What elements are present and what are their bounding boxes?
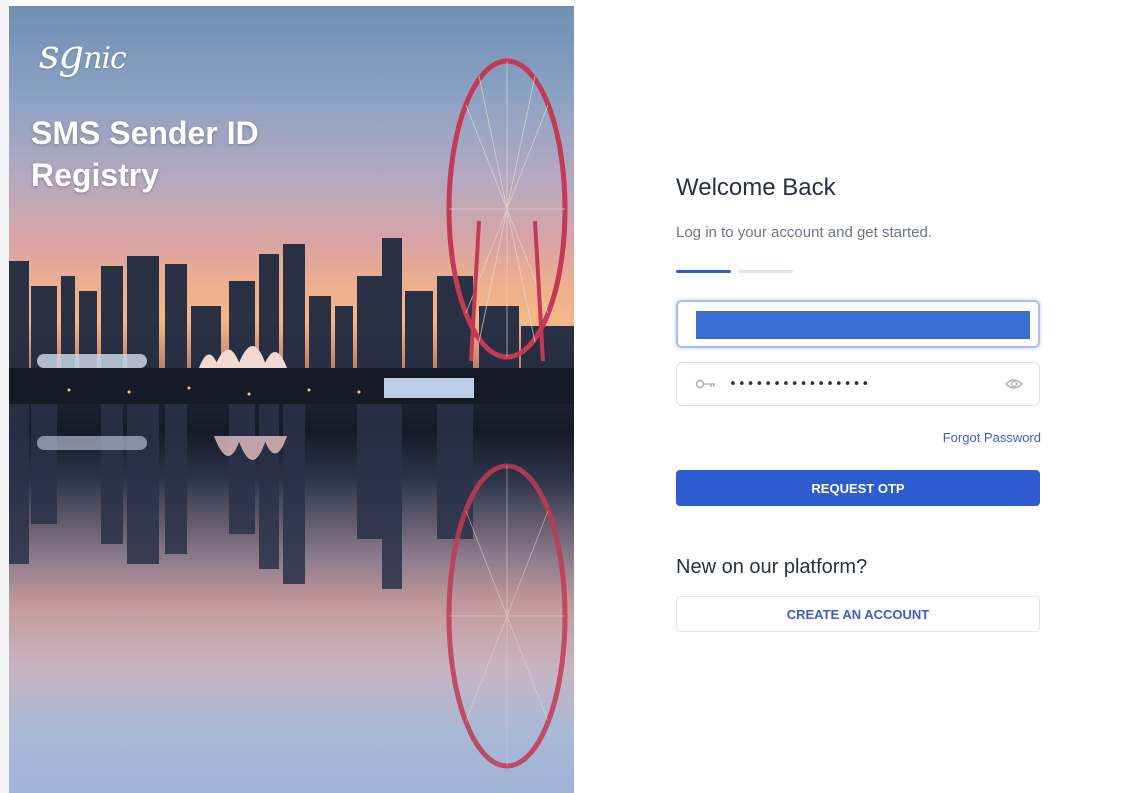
key-icon	[695, 379, 715, 389]
sgnic-logo: sgnic	[39, 32, 127, 78]
request-otp-button[interactable]: REQUEST OTP	[676, 470, 1040, 506]
app-title-line-2: Registry	[31, 157, 160, 193]
welcome-heading: Welcome Back	[676, 174, 836, 201]
app-title: SMS Sender ID Registry	[31, 112, 331, 196]
login-page: sgnic SMS Sender ID Registry Welcome Bac…	[0, 0, 1130, 793]
hero-panel: sgnic SMS Sender ID Registry	[9, 6, 574, 793]
login-subtitle: Log in to your account and get started.	[676, 224, 933, 241]
app-title-line-1: SMS Sender ID	[31, 115, 259, 151]
username-field[interactable]	[676, 300, 1040, 348]
forgot-password-link[interactable]: Forgot Password	[943, 430, 1041, 445]
username-redacted-value	[696, 311, 1030, 339]
window-edge	[0, 0, 9, 793]
login-panel: Welcome Back Log in to your account and …	[574, 6, 1130, 793]
create-account-button[interactable]: CREATE AN ACCOUNT	[676, 596, 1040, 632]
step-indicator-active	[676, 270, 731, 273]
password-field[interactable]	[676, 362, 1040, 406]
signup-prompt: New on our platform?	[676, 556, 868, 578]
password-input[interactable]	[729, 371, 979, 397]
step-indicator-inactive	[738, 270, 793, 273]
eye-icon[interactable]	[1005, 376, 1023, 392]
